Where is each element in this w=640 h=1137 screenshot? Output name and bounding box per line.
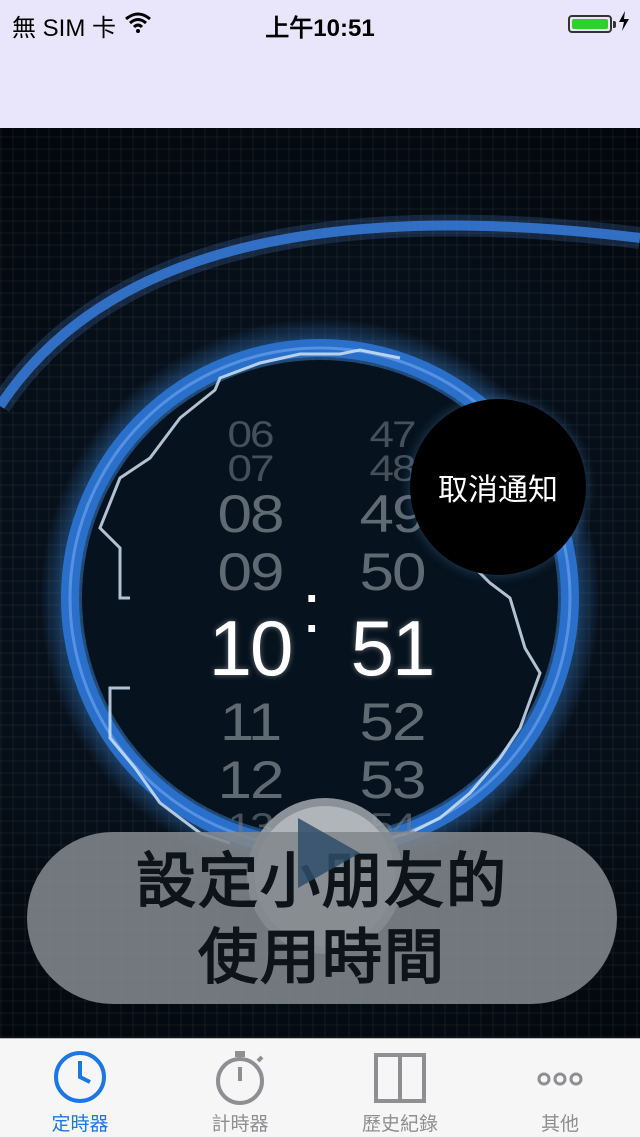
nav-bar	[0, 42, 640, 128]
tab-stopwatch[interactable]: 計時器	[160, 1039, 320, 1137]
hour-option[interactable]: 11	[170, 696, 330, 749]
status-bar: 無 SIM 卡 上午10:51	[0, 0, 640, 42]
timer-screen: 06 07 08 09 10 11 12 13 : 47 48 49 50 51…	[0, 128, 640, 1038]
status-right	[568, 10, 630, 38]
stopwatch-icon	[216, 1051, 264, 1105]
minute-option[interactable]: 53	[312, 754, 472, 807]
minute-option[interactable]: 52	[312, 696, 472, 749]
set-child-time-banner[interactable]: 設定小朋友的 使用時間	[27, 832, 617, 1004]
hour-option[interactable]: 08	[170, 488, 330, 541]
tab-label: 定時器	[51, 1114, 109, 1135]
status-time: 上午10:51	[265, 15, 375, 42]
hour-option[interactable]: 07	[170, 450, 330, 487]
tab-label: 其他	[540, 1114, 579, 1135]
cancel-notification-button[interactable]: 取消通知	[410, 399, 586, 575]
tab-label: 歷史紀錄	[361, 1114, 438, 1135]
clock-icon	[54, 1051, 106, 1103]
tab-label: 計時器	[211, 1114, 269, 1135]
selected-minute[interactable]: 51	[312, 602, 472, 694]
hour-option[interactable]: 06	[170, 416, 330, 453]
banner-line-1: 設定小朋友的	[136, 847, 508, 917]
more-icon	[537, 1072, 583, 1086]
battery-icon	[568, 15, 616, 33]
charging-icon	[618, 10, 630, 38]
tab-history[interactable]: 歷史紀錄	[320, 1039, 480, 1137]
book-icon	[374, 1053, 426, 1103]
cancel-notification-label: 取消通知	[438, 474, 558, 507]
hour-option[interactable]: 12	[170, 754, 330, 807]
banner-line-2: 使用時間	[198, 923, 446, 993]
tab-bar: 定時器 計時器 歷史紀錄 其他	[0, 1038, 640, 1137]
tab-timer[interactable]: 定時器	[0, 1039, 160, 1137]
battery-fill	[572, 19, 608, 29]
tab-more[interactable]: 其他	[480, 1039, 640, 1137]
